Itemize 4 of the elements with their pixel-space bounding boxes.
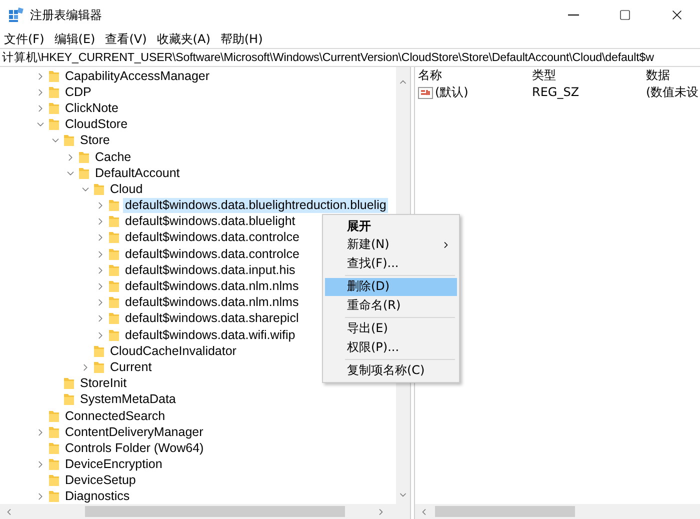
window-title: 注册表编辑器	[30, 6, 103, 24]
value-name: (默认)	[418, 84, 532, 101]
value-type: REG_SZ	[532, 84, 580, 101]
value-data: (数值未设	[646, 84, 700, 101]
